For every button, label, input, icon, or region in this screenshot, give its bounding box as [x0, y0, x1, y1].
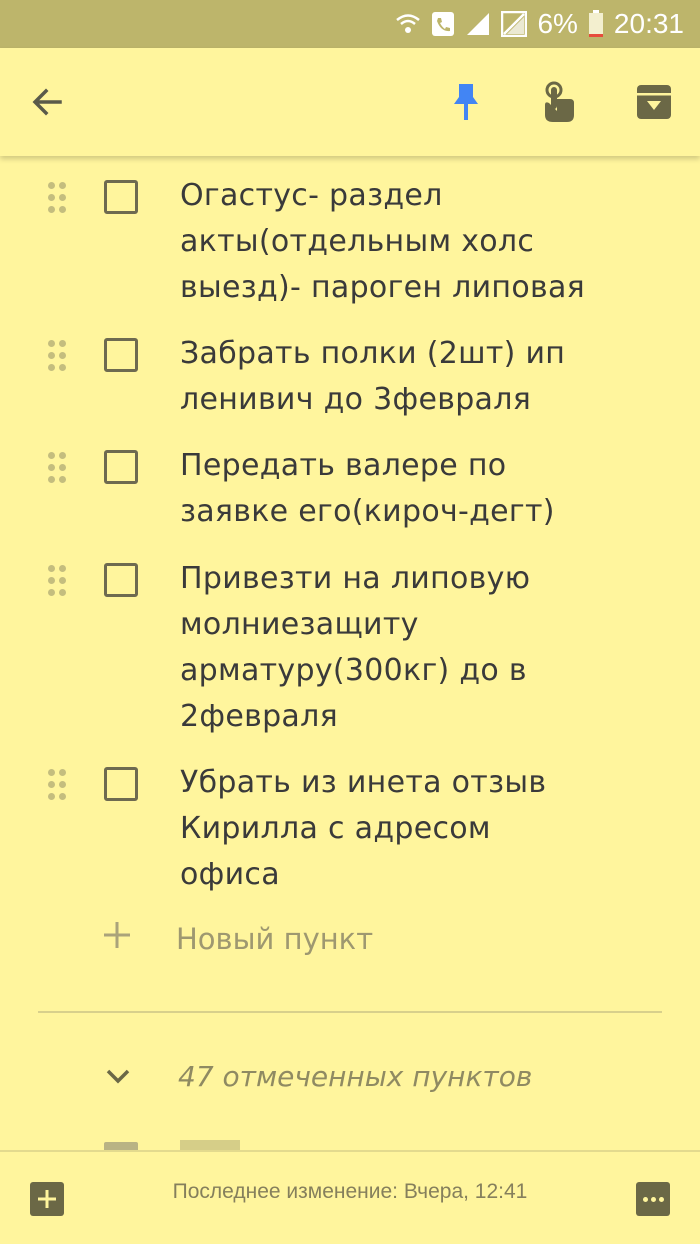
new-item-row[interactable]: Новый пункт: [0, 916, 700, 962]
note-toolbar: [0, 48, 700, 156]
more-options-button[interactable]: [636, 1182, 670, 1216]
reminder-hand-icon: [545, 81, 574, 122]
signal-icon: [465, 11, 491, 37]
pin-icon: [454, 84, 478, 120]
back-arrow-icon: [32, 88, 62, 116]
drag-handle-icon[interactable]: [46, 767, 70, 803]
list-item: Убрать из инета отзыв Кирилла с адресом …: [0, 763, 700, 903]
list-item: Забрать полки (2шт) ип ленивич до 3февра…: [0, 334, 700, 426]
clock: 20:31: [613, 8, 684, 39]
drag-handle-icon[interactable]: [46, 338, 70, 374]
more-dot: [642, 1196, 648, 1202]
checklist: Огастус- раздел акты(отдельным холс выез…: [0, 156, 700, 1150]
bottom-bar: Последнее изменение: Вчера, 12:41: [0, 1150, 700, 1244]
item-text[interactable]: Огастус- раздел акты(отдельным холс выез…: [180, 173, 660, 311]
item-checkbox[interactable]: [104, 180, 138, 214]
drag-handle-icon[interactable]: [46, 450, 70, 486]
item-checkbox[interactable]: [104, 563, 138, 597]
list-item: Привезти на липовую молниезащиту арматур…: [0, 559, 700, 743]
item-text[interactable]: Привезти на липовую молниезащиту арматур…: [180, 556, 660, 740]
checked-item-text-partial: [180, 1140, 240, 1150]
call-icon: [431, 11, 455, 37]
new-item-placeholder: Новый пункт: [176, 922, 374, 956]
more-dot: [650, 1196, 656, 1202]
battery-percent: 6%: [537, 8, 578, 39]
item-text[interactable]: Забрать полки (2шт) ип ленивич до 3февра…: [180, 331, 660, 423]
item-checkbox[interactable]: [104, 767, 138, 801]
pin-button[interactable]: [438, 74, 494, 130]
status-bar: 6% 20:31: [0, 0, 700, 48]
plus-icon: [104, 922, 130, 948]
archive-button[interactable]: [626, 74, 682, 130]
item-checkbox[interactable]: [104, 338, 138, 372]
checked-items-toggle[interactable]: 47 отмеченных пунктов: [0, 1052, 700, 1102]
drag-handle-icon[interactable]: [46, 563, 70, 599]
archive-icon: [637, 85, 671, 119]
last-edited-text: Последнее изменение: Вчера, 12:41: [172, 1180, 528, 1203]
checked-items-count: 47 отмеченных пунктов: [178, 1060, 533, 1093]
item-text[interactable]: Убрать из инета отзыв Кирилла с адресом …: [180, 760, 660, 898]
list-item: Передать валере по заявке его(кироч-дегт…: [0, 446, 700, 538]
reminder-button[interactable]: [531, 74, 587, 130]
battery-icon: [588, 10, 604, 38]
more-dot: [658, 1196, 664, 1202]
item-text[interactable]: Передать валере по заявке его(кироч-дегт…: [180, 443, 660, 535]
no-sim-icon: [501, 11, 528, 37]
item-checkbox[interactable]: [104, 450, 138, 484]
wifi-icon: [395, 11, 421, 37]
list-item: Огастус- раздел акты(отдельным холс выез…: [0, 176, 700, 316]
checked-item-checkbox-partial: [104, 1142, 138, 1150]
drag-handle-icon[interactable]: [46, 180, 70, 216]
divider: [38, 1011, 662, 1013]
chevron-down-icon: [106, 1069, 130, 1084]
back-button[interactable]: [20, 74, 76, 130]
